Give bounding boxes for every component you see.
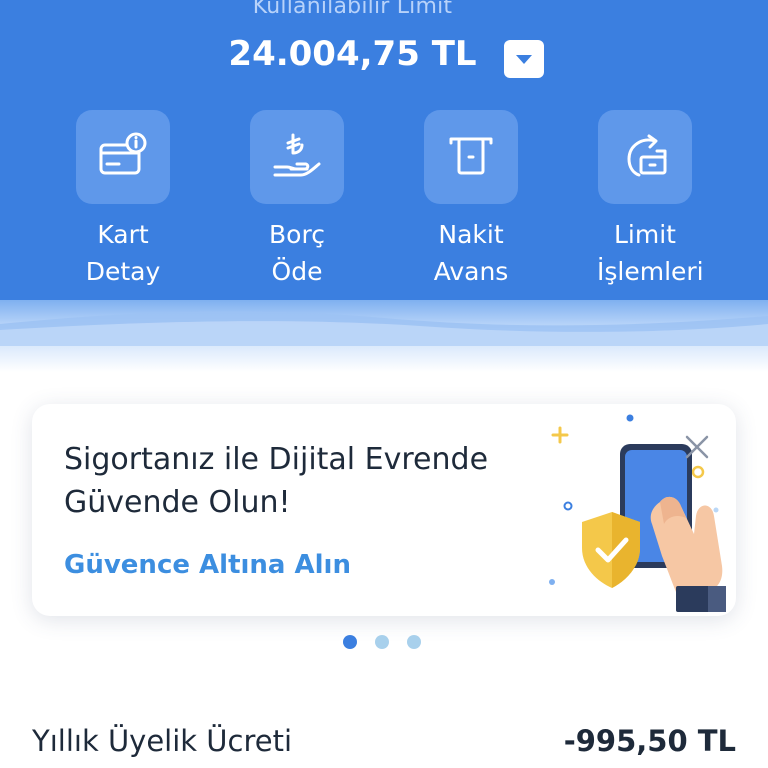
annual-fee-amount: -995,50 TL	[563, 724, 736, 758]
cash-advance-button[interactable]: Nakit Avans	[423, 110, 519, 290]
card-detail-tile	[76, 110, 170, 204]
card-detail-label: Kart Detay	[85, 220, 161, 286]
close-icon[interactable]	[684, 434, 710, 460]
available-limit-amount: 24.004,75 TL	[228, 34, 477, 74]
limit-operations-label: Limit İşlemleri	[597, 220, 704, 286]
insurance-promo-banner[interactable]: Sigortanız ile Dijital Evrende Güvende O…	[32, 404, 736, 616]
pay-debt-button[interactable]: Borç Öde	[249, 110, 345, 290]
limit-toggle-button[interactable]	[504, 40, 544, 78]
limit-operations-tile	[598, 110, 692, 204]
carousel-dot-3[interactable]	[407, 635, 421, 649]
limit-header: Kullanılabilir Limit 24.004,75 TL Kart D…	[0, 0, 768, 372]
available-limit-label: Kullanılabilir Limit	[252, 0, 453, 19]
annual-fee-label: Yıllık Üyelik Ücreti	[32, 724, 293, 758]
limit-refresh-icon	[627, 134, 667, 177]
banner-title: Sigortanız ile Dijital Evrende Güvende O…	[64, 442, 489, 520]
header-wave	[0, 311, 768, 346]
carousel-dot-2[interactable]	[375, 635, 389, 649]
chevron-down-icon	[516, 54, 532, 64]
carousel-indicator	[343, 635, 421, 649]
pay-debt-label: Borç Öde	[269, 220, 325, 286]
atm-cash-icon	[449, 137, 493, 175]
pay-debt-tile	[250, 110, 344, 204]
limit-operations-button[interactable]: Limit İşlemleri	[597, 110, 704, 290]
carousel-dot-1[interactable]	[343, 635, 357, 649]
cash-advance-label: Nakit Avans	[433, 220, 509, 286]
banner-cta-link[interactable]: Güvence Altına Alın	[64, 550, 351, 580]
card-detail-button[interactable]: Kart Detay	[75, 110, 171, 290]
lira-hand-icon	[273, 133, 321, 177]
cash-advance-tile	[424, 110, 518, 204]
card-info-icon	[99, 132, 147, 175]
